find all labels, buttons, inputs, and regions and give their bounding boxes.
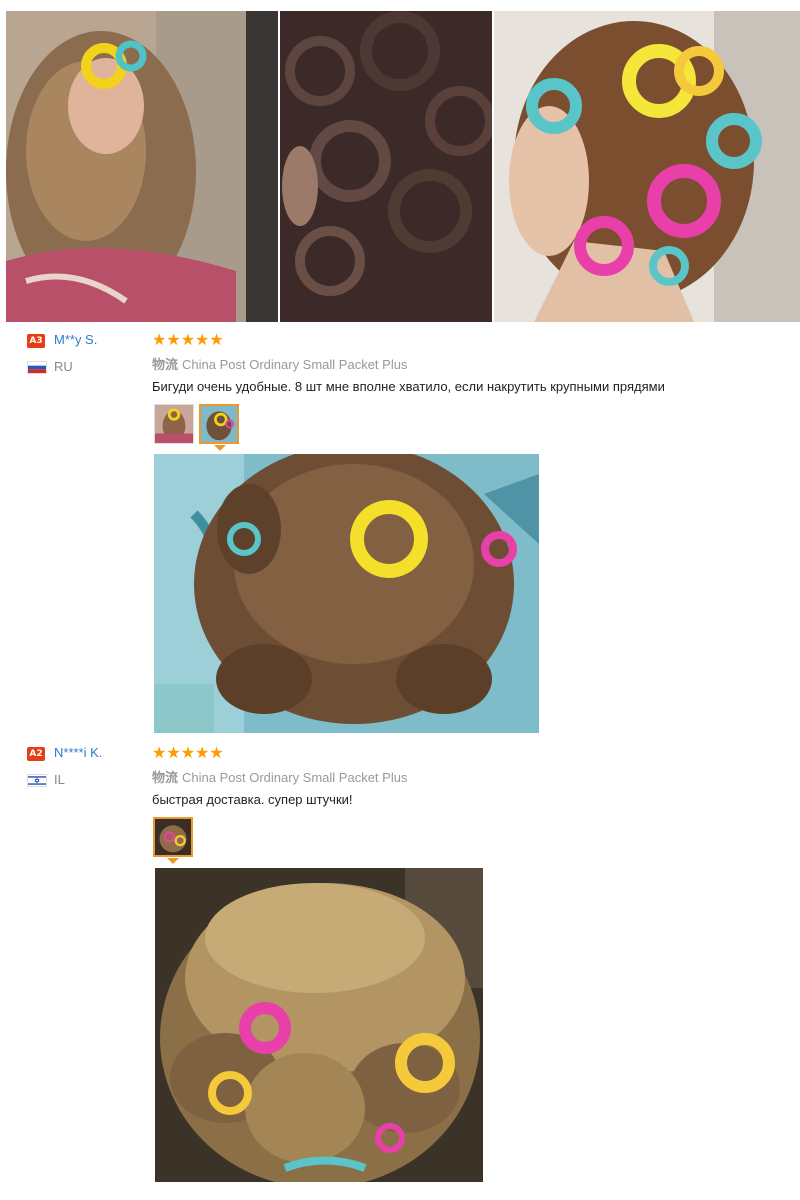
star-rating: ★★★★★	[152, 330, 224, 349]
logistics-value: China Post Ordinary Small Packet Plus	[182, 357, 408, 372]
reviewer-country: RU	[54, 359, 73, 374]
flag-ru-icon	[27, 361, 47, 374]
review-photo-head-rollers[interactable]	[494, 11, 800, 322]
logistics-label: 物流	[152, 771, 179, 786]
thumbnail-pointer	[167, 858, 179, 864]
star-rating: ★★★★★	[152, 743, 224, 762]
logistics-value: China Post Ordinary Small Packet Plus	[182, 770, 408, 785]
review-item: A3 M**y S. RU ★★★★★ 物流 China Post Ordinar…	[0, 328, 800, 738]
review-item: A2 N****i K. IL ★★★★★ 物流 China Post Ordin…	[0, 741, 800, 1196]
review-large-photo[interactable]	[154, 454, 539, 733]
logistics-label: 物流	[152, 358, 179, 373]
review-large-photo[interactable]	[155, 868, 483, 1182]
reviewer-country: IL	[54, 772, 65, 787]
logistics-info: 物流 China Post Ordinary Small Packet Plus	[152, 354, 407, 373]
review-photo-woman-curls[interactable]	[6, 11, 278, 322]
reviewer-name[interactable]: N****i K.	[54, 745, 102, 760]
user-level-badge: A2	[27, 747, 45, 761]
review-thumbnail[interactable]	[154, 404, 194, 444]
review-text: Бигуди очень удобные. 8 шт мне вполне хв…	[152, 379, 665, 394]
review-photo-dark-curls[interactable]	[280, 11, 492, 322]
flag-il-icon	[27, 774, 47, 787]
reviewer-name[interactable]: M**y S.	[54, 332, 97, 347]
review-thumbnail-active[interactable]	[153, 817, 193, 857]
thumbnail-pointer	[214, 445, 226, 451]
logistics-info: 物流 China Post Ordinary Small Packet Plus	[152, 767, 407, 786]
review-text: быстрая доставка. супер штучки!	[152, 792, 353, 807]
review-thumbnail-active[interactable]	[199, 404, 239, 444]
user-level-badge: A3	[27, 334, 45, 348]
